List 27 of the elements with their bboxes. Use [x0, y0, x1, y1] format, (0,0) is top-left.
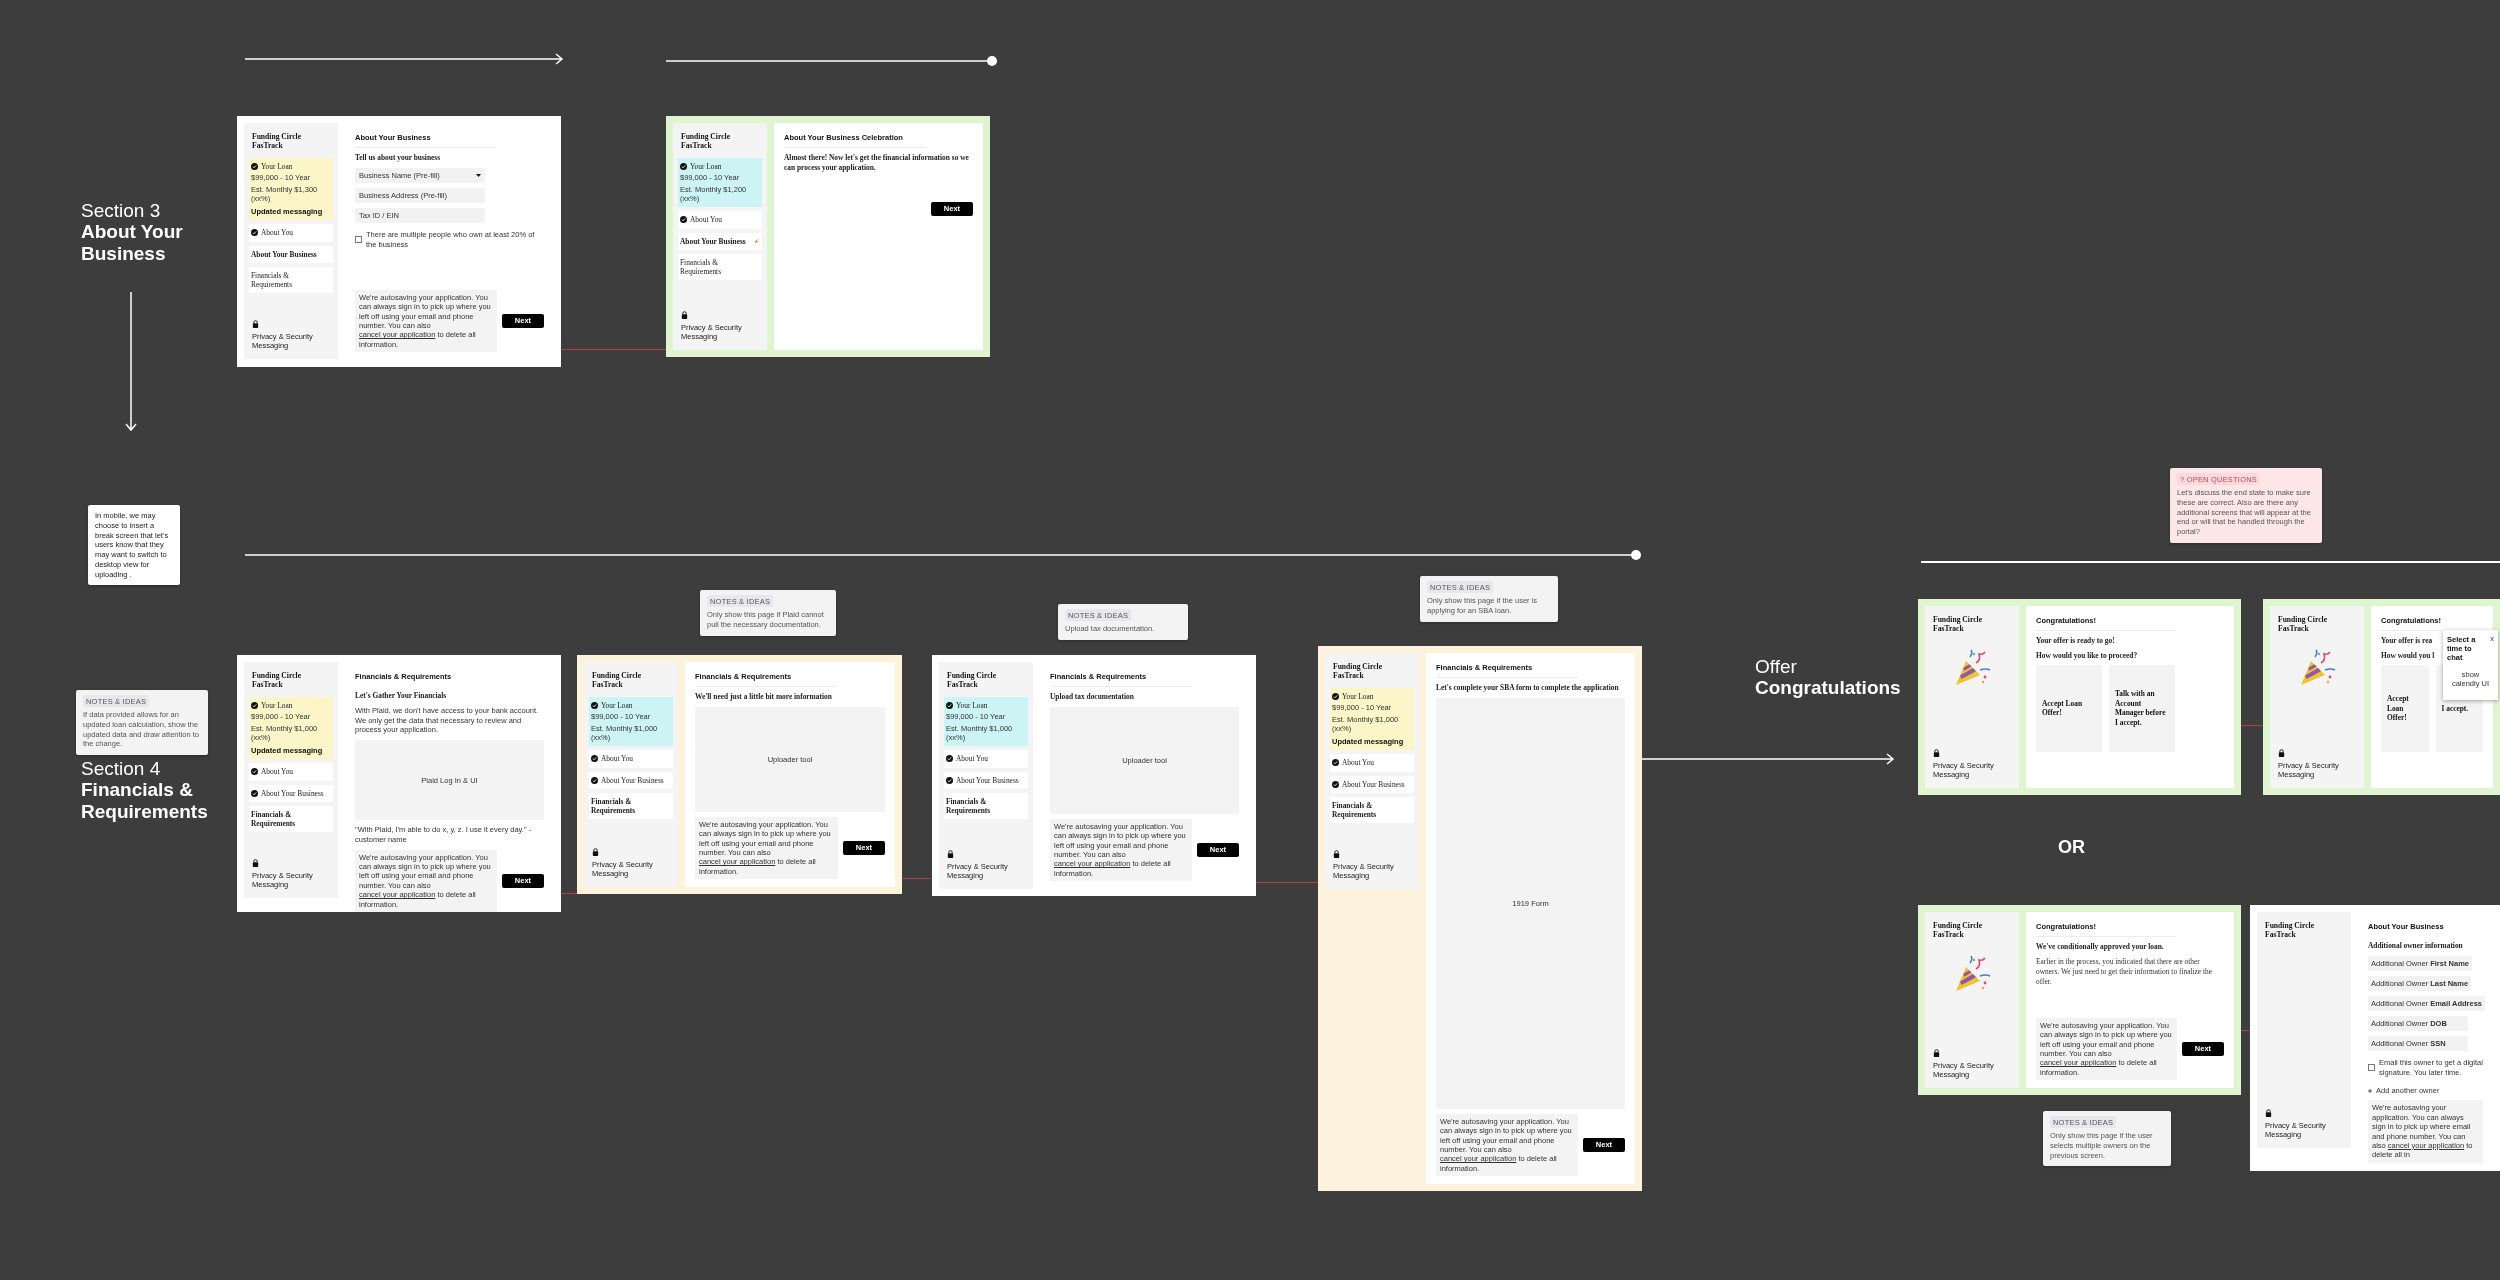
lock-icon [252, 858, 259, 867]
lock-icon [1933, 748, 1940, 757]
connector-line [2241, 1030, 2250, 1031]
connector-line [902, 878, 932, 879]
lock-icon [681, 310, 688, 319]
checkbox[interactable] [2368, 1064, 2375, 1072]
section-number: Offer [1755, 656, 1798, 678]
section-number: Section 3 [81, 200, 162, 222]
checkbox[interactable] [355, 236, 362, 244]
connector-line [561, 893, 577, 894]
plus-icon [2368, 1089, 2372, 1093]
lock-icon [252, 319, 259, 328]
section-title: Congratulations [1755, 677, 1902, 699]
connector-line [1256, 882, 1318, 883]
party-popper-icon [754, 238, 760, 245]
connector-line [2241, 725, 2263, 726]
lock-icon [2278, 748, 2285, 757]
section-title: Financials & Requirements [81, 779, 209, 822]
section-number: Section 4 [81, 758, 162, 780]
section-title: About Your Business [81, 221, 184, 264]
lock-icon [592, 847, 599, 856]
lock-icon [1933, 1048, 1940, 1057]
lock-icon [947, 849, 954, 858]
lock-icon [1333, 849, 1340, 858]
caret-icon [476, 174, 481, 177]
or-label: OR [2058, 837, 2085, 857]
lock-icon [2265, 1108, 2272, 1117]
